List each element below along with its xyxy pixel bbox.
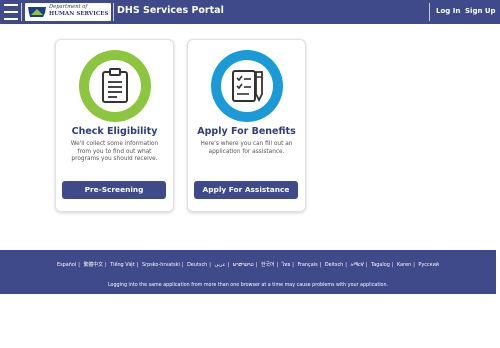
language-link[interactable]: Tiếng Việt — [110, 262, 135, 268]
apply-for-assistance-button[interactable]: Apply For Assistance — [194, 181, 298, 199]
card-title: Apply For Benefits — [197, 126, 296, 137]
language-link[interactable]: ພາສາລາວ — [233, 262, 254, 268]
header-divider — [429, 3, 430, 21]
language-link[interactable]: Español — [57, 262, 76, 268]
language-link[interactable]: 繁體中文 — [83, 262, 103, 268]
iowa-state-logo-icon — [28, 7, 46, 17]
hamburger-menu-icon[interactable] — [4, 4, 18, 20]
language-link[interactable]: Français — [297, 262, 317, 268]
logo-wordmark: Department of HUMAN SERVICES — [49, 4, 108, 18]
language-link[interactable]: Deutsch — [187, 262, 207, 268]
language-link[interactable]: عربي — [214, 262, 225, 268]
page-footer: Español | 繁體中文 | Tiếng Việt | Srpsko-hrvats… — [0, 250, 496, 294]
language-link[interactable]: አማርኛ — [350, 262, 363, 268]
language-link[interactable]: Deitsch — [325, 262, 343, 268]
top-header: Department of HUMAN SERVICES DHS Service… — [0, 0, 500, 24]
check-eligibility-card: Check Eligibility We'll collect some inf… — [55, 39, 174, 212]
card-title: Check Eligibility — [71, 126, 158, 137]
clipboard-icon — [102, 68, 128, 103]
browser-warning-note: Logging into the same application from m… — [107, 283, 389, 288]
header-divider — [21, 3, 22, 21]
dhs-logo[interactable]: Department of HUMAN SERVICES — [25, 3, 111, 21]
benefits-icon-circle — [211, 50, 283, 122]
language-link[interactable]: 한국어 — [261, 262, 275, 268]
log-in-link[interactable]: Log In — [436, 7, 460, 15]
card-description: Here's where you can fill out an applica… — [200, 141, 293, 155]
language-link[interactable]: Karen — [397, 262, 411, 268]
apply-for-benefits-card: Apply For Benefits Here's where you can … — [187, 39, 306, 212]
card-description: We'll collect some information from you … — [70, 141, 159, 162]
portal-title: DHS Services Portal — [117, 5, 224, 16]
header-divider — [113, 3, 114, 21]
language-list: Español | 繁體中文 | Tiếng Việt | Srpsko-hrvats… — [57, 262, 439, 268]
pre-screening-button[interactable]: Pre-Screening — [62, 181, 166, 199]
language-link[interactable]: Srpsko-hrvatski — [142, 262, 180, 268]
language-link[interactable]: ไทย — [282, 262, 291, 268]
sign-up-link[interactable]: Sign Up — [465, 7, 496, 15]
logo-line-1: Department of — [49, 4, 88, 10]
eligibility-icon-circle — [79, 50, 151, 122]
language-link[interactable]: Tagalog — [371, 262, 390, 268]
form-pen-icon — [232, 70, 263, 103]
language-link[interactable]: Русский — [418, 262, 439, 268]
logo-line-2: HUMAN SERVICES — [49, 11, 109, 17]
